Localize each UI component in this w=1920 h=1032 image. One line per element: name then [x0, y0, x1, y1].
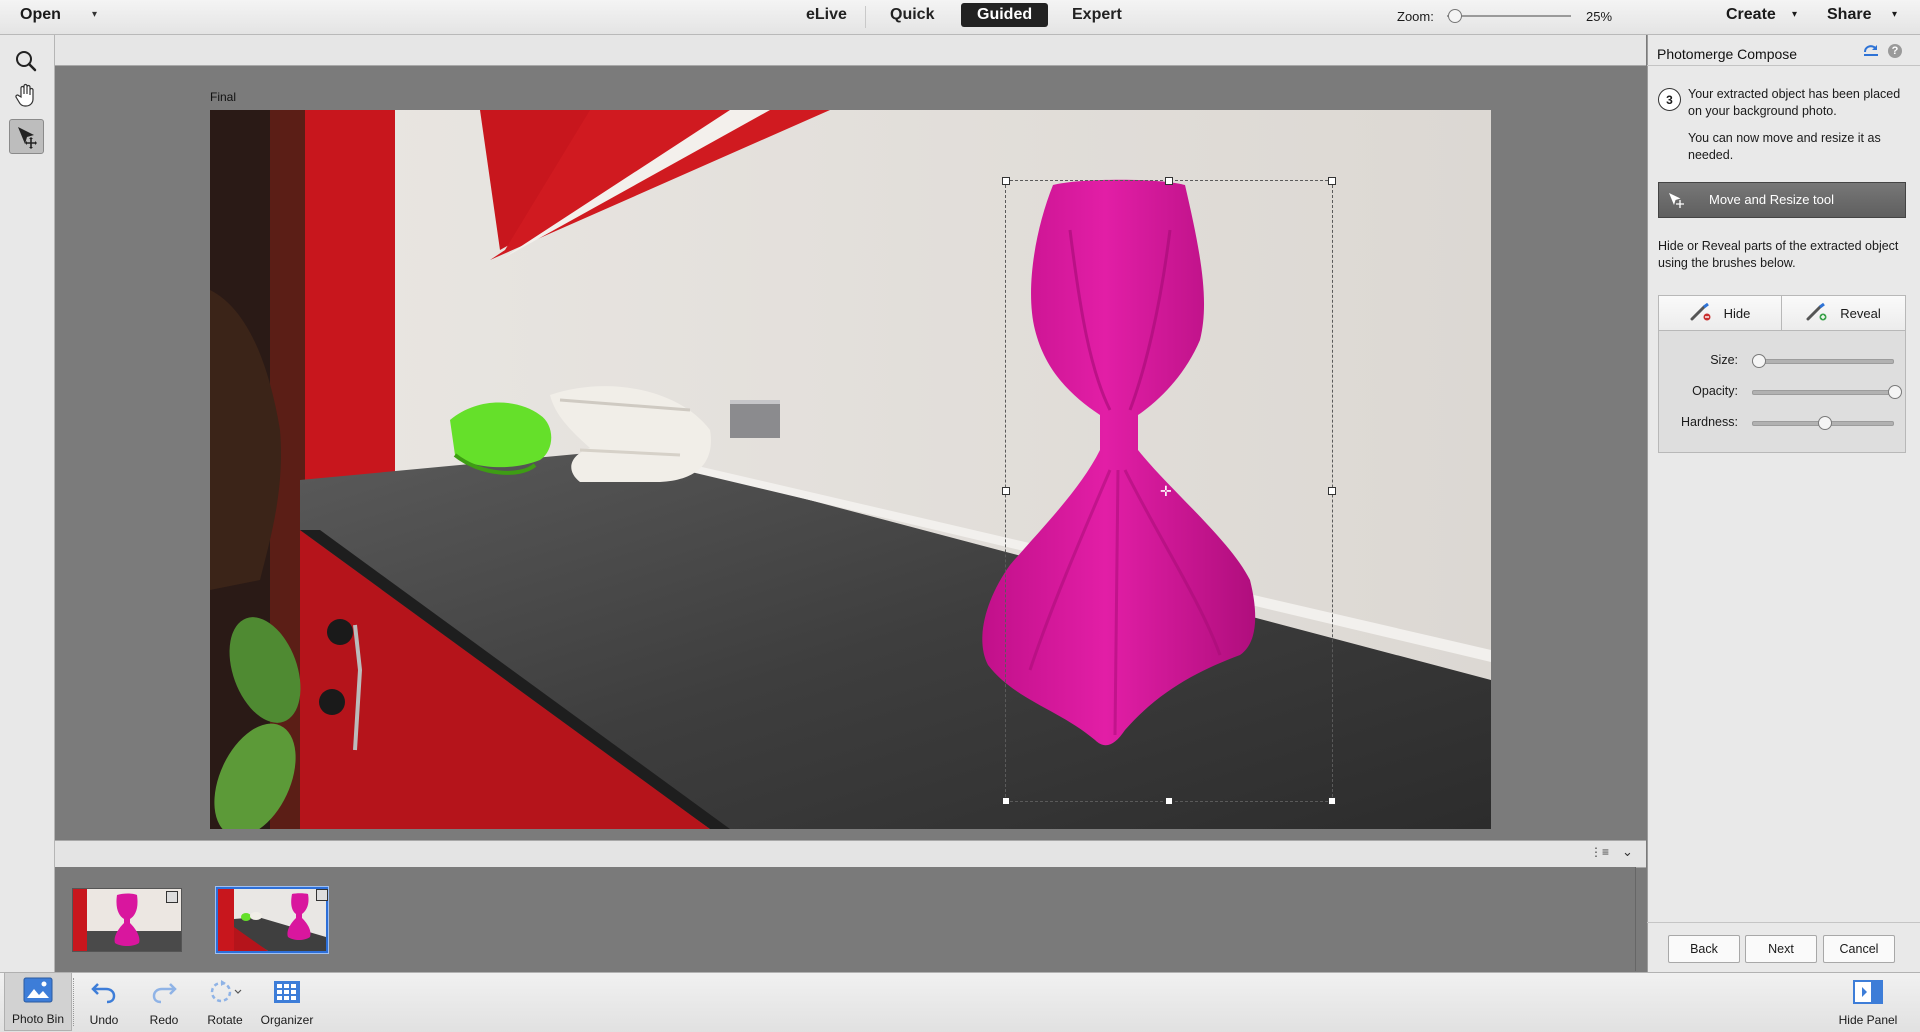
share-button[interactable]: Share — [1827, 6, 1871, 24]
panel-title: Photomerge Compose — [1657, 46, 1798, 62]
hide-reveal-instruction: Hide or Reveal parts of the extracted ob… — [1658, 239, 1899, 270]
opacity-slider-thumb[interactable] — [1888, 385, 1902, 399]
photo-bin-icon — [23, 977, 53, 1006]
move-resize-icon — [1667, 191, 1687, 212]
resize-handle-bottom-right[interactable] — [1328, 797, 1336, 805]
undo-icon — [90, 978, 118, 1007]
zoom-value: 25% — [1586, 9, 1613, 24]
step-instruction-detail: You can now move and resize it as needed… — [1688, 131, 1881, 162]
center-point-icon[interactable]: ✛ — [1160, 483, 1172, 500]
hide-brush-label: Hide — [1723, 305, 1751, 321]
hand-tool-icon[interactable] — [9, 78, 43, 112]
reset-icon[interactable] — [1862, 43, 1880, 62]
move-resize-tool-icon[interactable] — [9, 119, 44, 154]
zoom-label: Zoom: — [1397, 9, 1434, 24]
move-resize-tool-label: Move and Resize tool — [1709, 192, 1835, 207]
hardness-slider-thumb[interactable] — [1818, 416, 1832, 430]
resize-handle-top[interactable] — [1165, 177, 1173, 185]
organizer-button[interactable]: Organizer — [256, 972, 318, 1031]
redo-label: Redo — [149, 1013, 179, 1027]
thumbnail-badge-icon — [316, 889, 328, 901]
opacity-slider[interactable] — [1752, 390, 1894, 395]
size-slider-thumb[interactable] — [1752, 354, 1766, 368]
rotate-button[interactable]: Rotate — [200, 972, 250, 1031]
size-label: Size: — [1710, 353, 1738, 367]
thumbnail-badge-icon — [166, 891, 178, 903]
resize-handle-top-left[interactable] — [1002, 177, 1010, 185]
resize-handle-right[interactable] — [1328, 487, 1336, 495]
reveal-brush-icon — [1806, 302, 1828, 324]
resize-handle-top-right[interactable] — [1328, 177, 1336, 185]
resize-handle-bottom-left[interactable] — [1002, 797, 1010, 805]
hide-panel-icon — [1853, 980, 1883, 1007]
photo-bin-label: Photo Bin — [11, 1012, 65, 1026]
resize-handle-bottom[interactable] — [1165, 797, 1173, 805]
rotate-label: Rotate — [207, 1013, 243, 1027]
opacity-label: Opacity: — [1692, 384, 1738, 398]
guided-edit-panel — [1647, 35, 1920, 972]
thumbnail-vase-image — [73, 889, 181, 951]
tools-panel — [0, 35, 55, 972]
hide-panel-label: Hide Panel — [1838, 1013, 1898, 1027]
photo-bin-thumbnail-selected[interactable] — [215, 886, 329, 954]
hardness-label: Hardness: — [1681, 415, 1738, 429]
hide-brush-icon — [1690, 302, 1712, 324]
mode-tab-expert[interactable]: Expert — [1066, 6, 1128, 24]
toolbar-divider — [73, 978, 75, 1026]
zoom-slider[interactable] — [1447, 15, 1571, 17]
top-menu-bar — [0, 0, 1920, 35]
photo-bin-header — [55, 840, 1646, 868]
reveal-brush-label: Reveal — [1840, 305, 1881, 321]
open-dropdown-icon[interactable]: ▾ — [92, 9, 97, 20]
organizer-icon — [273, 980, 301, 1007]
reveal-brush-button[interactable]: Reveal — [1781, 295, 1906, 331]
photo-bin-button[interactable]: Photo Bin — [4, 972, 72, 1031]
rotate-icon — [208, 978, 242, 1007]
chevron-down-icon[interactable]: ⌄ — [1622, 844, 1633, 860]
canvas-options-bar — [55, 35, 1646, 66]
mode-divider — [865, 6, 866, 28]
next-button[interactable]: Next — [1745, 935, 1817, 963]
step-instruction: Your extracted object has been placed on… — [1688, 87, 1901, 118]
back-button[interactable]: Back — [1668, 935, 1740, 963]
zoom-slider-thumb[interactable] — [1448, 9, 1462, 23]
resize-handle-left[interactable] — [1002, 487, 1010, 495]
redo-button[interactable]: Redo — [140, 972, 188, 1031]
undo-button[interactable]: Undo — [80, 972, 128, 1031]
create-dropdown-icon[interactable]: ▾ — [1792, 9, 1797, 20]
cancel-button[interactable]: Cancel — [1823, 935, 1895, 963]
image-title: Final — [210, 90, 237, 104]
hide-brush-button[interactable]: Hide — [1658, 295, 1782, 331]
share-dropdown-icon[interactable]: ▾ — [1892, 9, 1897, 20]
hide-panel-button[interactable]: Hide Panel — [1832, 972, 1904, 1031]
mode-tab-quick[interactable]: Quick — [884, 6, 940, 24]
zoom-tool-icon[interactable] — [9, 44, 43, 78]
open-button[interactable]: Open — [20, 6, 61, 24]
bin-options-icon[interactable]: ⋮≡ — [1590, 845, 1609, 859]
rotate-handle-icon[interactable] — [1164, 807, 1172, 815]
thumbnail-composite-image — [218, 889, 326, 951]
panel-footer-divider — [1647, 922, 1920, 923]
redo-icon — [150, 978, 178, 1007]
help-icon[interactable]: ? — [1888, 44, 1902, 58]
organizer-label: Organizer — [260, 1013, 314, 1027]
size-slider[interactable] — [1752, 359, 1894, 364]
undo-label: Undo — [89, 1013, 119, 1027]
step-number-badge: 3 — [1658, 88, 1681, 111]
mode-tab-elive[interactable]: eLive — [800, 6, 853, 24]
mode-tab-guided[interactable]: Guided — [961, 3, 1049, 27]
move-resize-tool-button[interactable]: Move and Resize tool — [1658, 182, 1906, 218]
create-button[interactable]: Create — [1726, 6, 1776, 24]
